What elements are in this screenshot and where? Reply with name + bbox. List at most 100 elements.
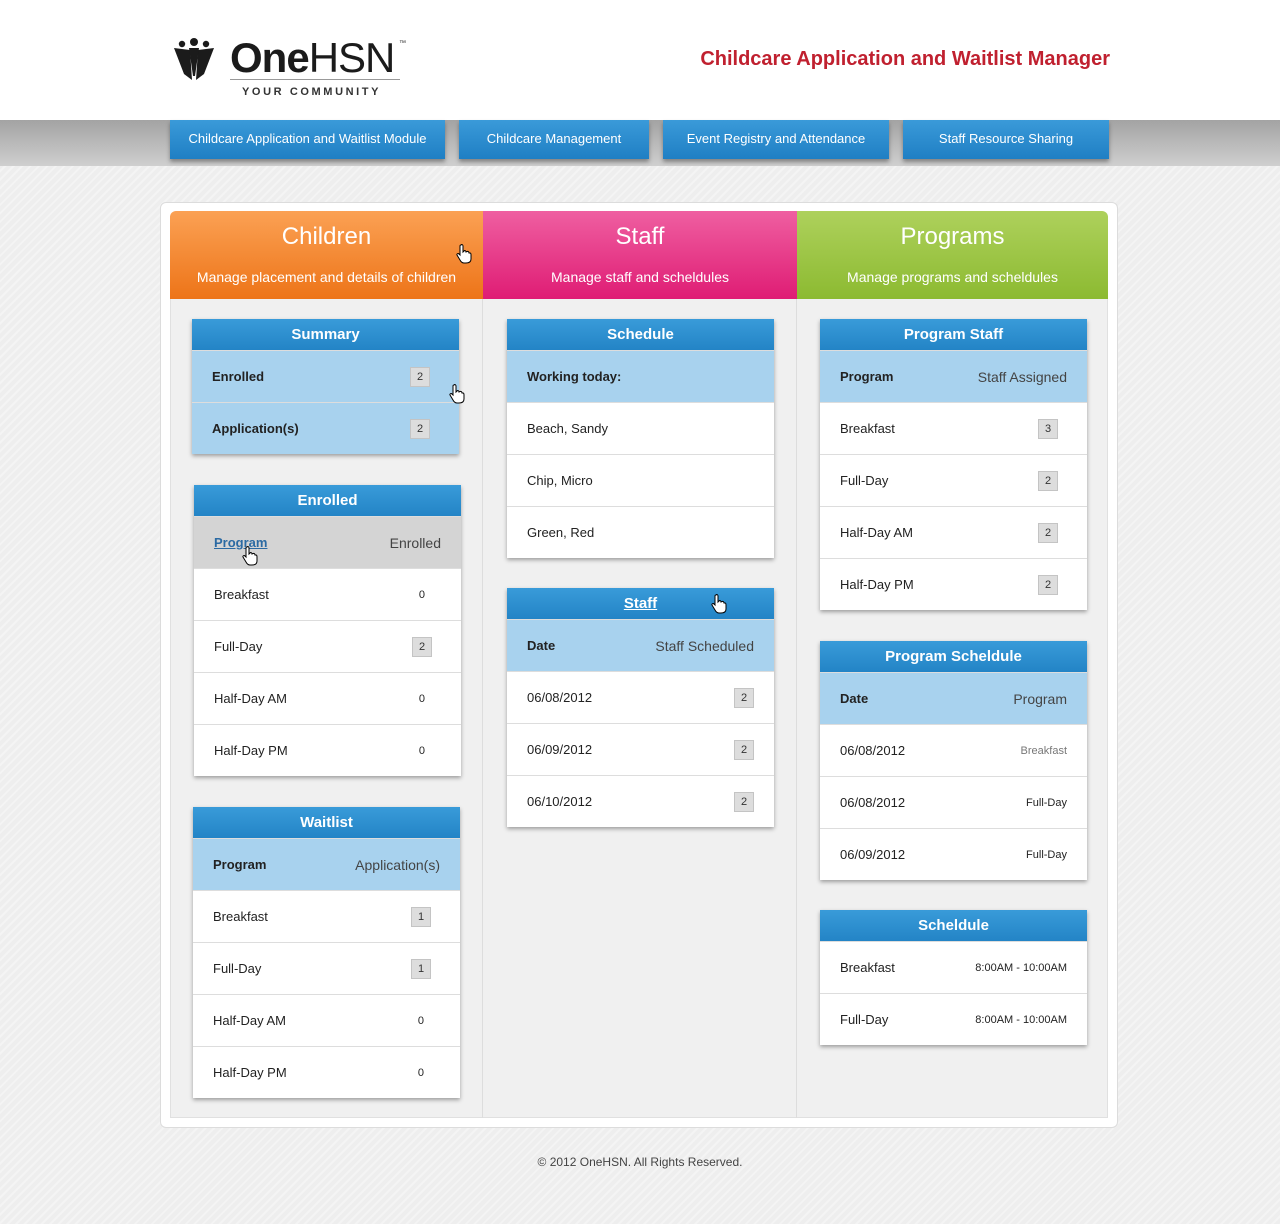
count-badge: 2	[410, 367, 430, 387]
staff-name: Beach, Sandy	[527, 421, 608, 436]
column-divider	[482, 298, 483, 1118]
count-value: 0	[418, 745, 425, 757]
table-row[interactable]: Half-Day PM 0	[194, 724, 461, 776]
footer-copyright: © 2012 OneHSN. All Rights Reserved.	[537, 1155, 743, 1169]
summary-row-applications[interactable]: Application(s) 2	[192, 402, 459, 454]
sort-by-program-link[interactable]: Program	[214, 517, 267, 569]
list-item[interactable]: Chip, Micro	[507, 454, 774, 506]
program-name: Full-Day	[214, 639, 263, 654]
table-row[interactable]: Breakfast 1	[193, 890, 460, 942]
program-name: Half-Day PM	[840, 577, 914, 592]
count-value: 0	[417, 1015, 424, 1027]
waitlist-card: Waitlist Program Application(s) Breakfas…	[193, 807, 460, 1098]
table-row[interactable]: Breakfast 0	[194, 568, 461, 620]
table-row[interactable]: Half-Day PM 2	[820, 558, 1087, 610]
working-today-label: Working today:	[527, 369, 622, 384]
table-row[interactable]: Full-Day 8:00AM - 10:00AM	[820, 993, 1087, 1045]
tab-staff[interactable]: Staff Manage staff and scheldules	[483, 211, 797, 299]
hand-cursor-icon	[711, 594, 727, 614]
summary-row-enrolled[interactable]: Enrolled 2	[192, 350, 459, 402]
count-badge: 1	[411, 907, 431, 927]
date-value: 06/08/2012	[840, 795, 906, 810]
logo-divider	[230, 79, 400, 80]
tab-programs[interactable]: Programs Manage programs and scheldules	[797, 211, 1108, 299]
header: OneHSN ™ YOUR COMMUNITY Childcare Applic…	[0, 0, 1280, 120]
program-times-title: Scheldule	[820, 910, 1087, 941]
table-row[interactable]: Half-Day AM 0	[193, 994, 460, 1046]
logo-wordmark: OneHSN	[230, 34, 395, 81]
onehsn-logo[interactable]: OneHSN ™ YOUR COMMUNITY	[170, 34, 415, 104]
count-badge: 2	[734, 792, 754, 812]
table-row[interactable]: Breakfast 3	[820, 402, 1087, 454]
program-name: Full-Day	[840, 1012, 889, 1027]
program-schedule-card: Program Scheldule Date Program 06/08/201…	[820, 641, 1087, 880]
date-value: 06/08/2012	[840, 743, 906, 758]
tab-children[interactable]: Children Manage placement and details of…	[170, 211, 483, 299]
program-staff-title: Program Staff	[820, 319, 1087, 350]
table-row[interactable]: 06/08/2012 2	[507, 671, 774, 723]
program-name: Breakfast	[1020, 745, 1067, 757]
logo-trademark: ™	[399, 40, 406, 47]
nav-childcare-management[interactable]: Childcare Management	[459, 120, 649, 159]
staff-table-card: Staff Date Staff Scheduled 06/08/2012 2 …	[507, 588, 774, 827]
children-subtitle: Manage placement and details of children	[196, 269, 457, 285]
column-divider	[796, 298, 797, 1118]
summary-card-title: Summary	[192, 319, 459, 350]
logo-tagline: YOUR COMMUNITY	[242, 86, 382, 98]
table-row[interactable]: Half-Day AM 0	[194, 672, 461, 724]
program-staff-card: Program Staff Program Staff Assigned Bre…	[820, 319, 1087, 610]
nav-staff-resource-sharing[interactable]: Staff Resource Sharing	[903, 120, 1109, 159]
table-row[interactable]: Full-Day 1	[193, 942, 460, 994]
table-row[interactable]: Half-Day AM 2	[820, 506, 1087, 558]
count-badge: 1	[411, 959, 431, 979]
children-title: Children	[281, 223, 372, 250]
program-name: Breakfast	[840, 960, 895, 975]
table-row[interactable]: 06/09/2012 2	[507, 723, 774, 775]
hand-cursor-icon	[449, 384, 465, 404]
table-row[interactable]: 06/09/2012 Full-Day	[820, 828, 1087, 880]
count-value: 0	[418, 589, 425, 601]
count-badge: 2	[1038, 471, 1058, 491]
column-header-staff-assigned: Staff Assigned	[977, 369, 1067, 385]
list-item[interactable]: Beach, Sandy	[507, 402, 774, 454]
column-header-applications: Application(s)	[355, 857, 440, 873]
table-row[interactable]: 06/08/2012 Breakfast	[820, 724, 1087, 776]
nav-childcare-application-waitlist[interactable]: Childcare Application and Waitlist Modul…	[170, 120, 445, 159]
program-name: Full-Day	[1026, 849, 1067, 861]
column-header-program: Program	[213, 857, 267, 872]
table-row[interactable]: 06/08/2012 Full-Day	[820, 776, 1087, 828]
waitlist-table-header: Program Application(s)	[193, 838, 460, 890]
count-value: 0	[417, 1067, 424, 1079]
staff-table-title-link[interactable]: Staff	[507, 588, 774, 619]
program-schedule-header: Date Program	[820, 672, 1087, 724]
date-value: 06/08/2012	[527, 690, 593, 705]
table-row[interactable]: Breakfast 8:00AM - 10:00AM	[820, 941, 1087, 993]
summary-label: Enrolled	[212, 369, 265, 384]
table-row[interactable]: Full-Day 2	[194, 620, 461, 672]
time-range: 8:00AM - 10:00AM	[975, 1014, 1067, 1026]
count-badge: 2	[410, 419, 430, 439]
logo-emblem-icon	[174, 38, 214, 80]
nav-event-registry[interactable]: Event Registry and Attendance	[663, 120, 889, 159]
column-header-enrolled: Enrolled	[389, 535, 441, 551]
waitlist-card-title: Waitlist	[193, 807, 460, 838]
program-name: Half-Day AM	[214, 691, 287, 706]
program-times-card: Scheldule Breakfast 8:00AM - 10:00AM Ful…	[820, 910, 1087, 1045]
program-schedule-title: Program Scheldule	[820, 641, 1087, 672]
list-item[interactable]: Green, Red	[507, 506, 774, 558]
table-row[interactable]: Full-Day 2	[820, 454, 1087, 506]
table-row[interactable]: 06/10/2012 2	[507, 775, 774, 827]
column-header-program: Program	[840, 369, 894, 384]
count-badge: 3	[1038, 419, 1058, 439]
count-badge: 2	[734, 740, 754, 760]
hand-cursor-icon	[456, 244, 472, 264]
column-header-date: Date	[840, 691, 869, 706]
staff-title: Staff	[615, 223, 665, 250]
summary-card: Summary Enrolled 2 Application(s) 2	[192, 319, 459, 454]
column-header-date: Date	[527, 638, 556, 653]
enrolled-card: Enrolled Program Enrolled Breakfast 0 Fu…	[194, 485, 461, 776]
hand-cursor-icon	[242, 546, 258, 566]
table-row[interactable]: Half-Day PM 0	[193, 1046, 460, 1098]
staff-schedule-card: Schedule Working today: Beach, Sandy Chi…	[507, 319, 774, 558]
program-name: Full-Day	[840, 473, 889, 488]
